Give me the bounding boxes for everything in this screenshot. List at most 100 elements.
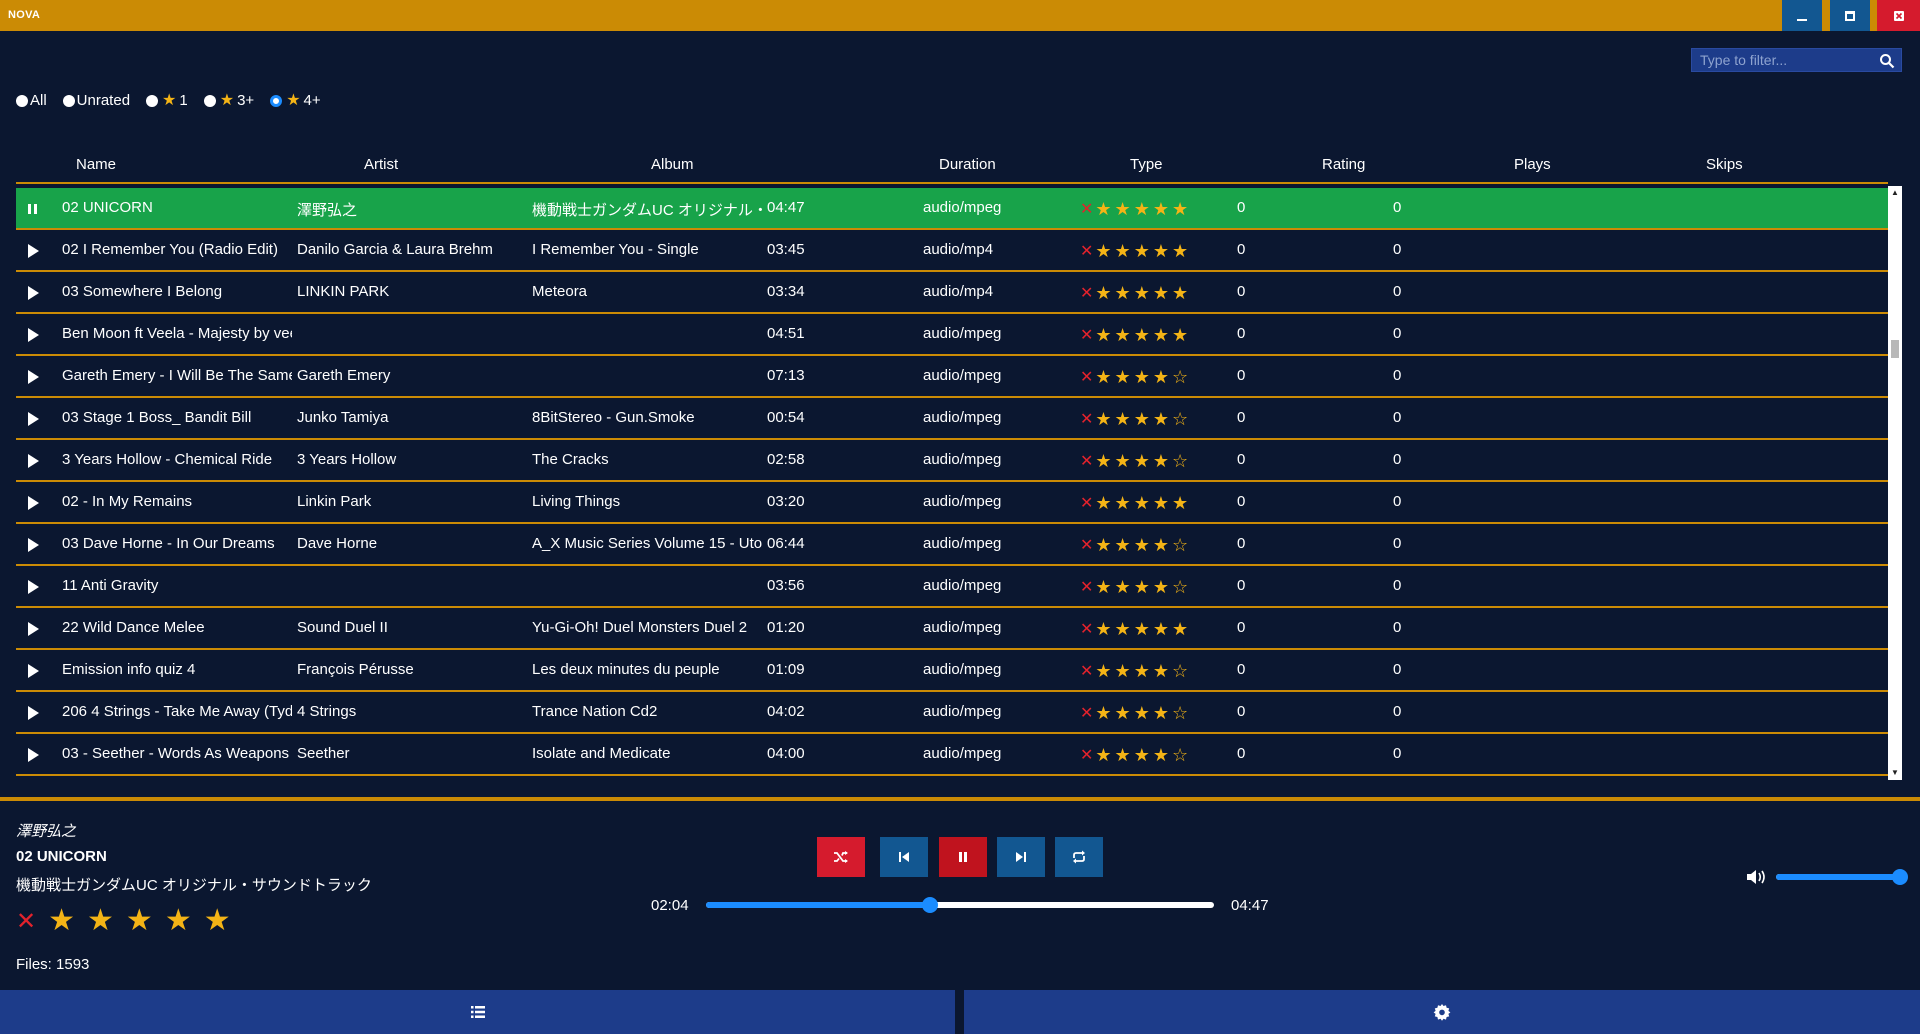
star-filled-icon[interactable]: ★ [1134,368,1150,386]
play-icon[interactable] [26,663,40,679]
clear-rating-icon[interactable]: ✕ [1080,535,1093,555]
star-filled-icon[interactable]: ★ [1153,242,1169,260]
minimize-button[interactable] [1782,0,1822,31]
clear-rating-icon[interactable]: ✕ [1080,241,1093,261]
scroll-down-arrow-icon[interactable]: ▼ [1888,766,1902,780]
star-filled-icon[interactable]: ★ [1115,704,1131,722]
star-filled-icon[interactable]: ★ [48,906,75,936]
column-header-artist[interactable]: Artist [364,156,398,173]
close-button[interactable] [1877,0,1920,31]
table-row[interactable]: 03 Somewhere I Belong LINKIN PARK Meteora 0… [16,272,1888,314]
star-filled-icon[interactable]: ★ [1153,578,1169,596]
clear-rating-icon[interactable]: ✕ [16,907,36,936]
star-filled-icon[interactable]: ★ [1172,284,1188,302]
rating-filter-all[interactable]: All [16,92,47,109]
star-filled-icon[interactable]: ★ [1153,746,1169,764]
play-icon[interactable] [26,537,40,553]
rating-filter-4plus[interactable]: ★ 4+ [270,92,321,109]
play-icon[interactable] [26,705,40,721]
star-filled-icon[interactable]: ★ [1172,200,1188,218]
pause-button[interactable] [939,837,987,877]
star-empty-icon[interactable]: ☆ [1172,746,1188,764]
star-filled-icon[interactable]: ★ [1115,326,1131,344]
star-filled-icon[interactable]: ★ [1134,452,1150,470]
star-filled-icon[interactable]: ★ [1115,578,1131,596]
volume-icon[interactable] [1745,868,1767,886]
table-row[interactable]: 02 - In My Remains Linkin Park Living Thin… [16,482,1888,524]
volume-slider[interactable] [1776,869,1908,885]
star-filled-icon[interactable]: ★ [1134,536,1150,554]
maximize-button[interactable] [1830,0,1870,31]
play-icon[interactable] [26,327,40,343]
table-row[interactable]: 02 UNICORN 澤野弘之 機動戦士ガンダムUC オリジナル・... 04:47 a… [16,188,1888,230]
star-filled-icon[interactable]: ★ [1115,494,1131,512]
table-row[interactable]: 206 4 Strings - Take Me Away (Tydi ... 4 … [16,692,1888,734]
star-empty-icon[interactable]: ☆ [1172,452,1188,470]
column-header-rating[interactable]: Rating [1322,156,1365,173]
rating-filter-unrated[interactable]: Unrated [62,92,130,109]
radio-3plus[interactable] [203,94,216,107]
column-header-type[interactable]: Type [1130,156,1163,173]
star-filled-icon[interactable]: ★ [87,906,114,936]
star-filled-icon[interactable]: ★ [1134,620,1150,638]
star-filled-icon[interactable]: ★ [1134,410,1150,428]
star-filled-icon[interactable]: ★ [1115,746,1131,764]
table-row[interactable]: 03 Dave Horne - In Our Dreams Dave Horne A… [16,524,1888,566]
radio-1[interactable] [146,94,159,107]
radio-all[interactable] [16,94,28,107]
star-filled-icon[interactable]: ★ [1134,704,1150,722]
clear-rating-icon[interactable]: ✕ [1080,745,1093,765]
pause-icon[interactable] [26,201,40,217]
play-icon[interactable] [26,579,40,595]
clear-rating-icon[interactable]: ✕ [1080,283,1093,303]
star-filled-icon[interactable]: ★ [1115,200,1131,218]
column-header-plays[interactable]: Plays [1514,156,1551,173]
table-row[interactable]: 03 Stage 1 Boss_ Bandit Bill Junko Tamiya… [16,398,1888,440]
table-row[interactable]: 3 Years Hollow - Chemical Ride 3 Years Ho… [16,440,1888,482]
star-empty-icon[interactable]: ☆ [1172,578,1188,596]
clear-rating-icon[interactable]: ✕ [1080,325,1093,345]
star-filled-icon[interactable]: ★ [204,906,231,936]
filter-input[interactable] [1692,52,1872,68]
rating-filter-3plus[interactable]: ★ 3+ [203,92,254,109]
table-row[interactable]: 22 Wild Dance Melee Sound Duel II Yu-Gi-Oh… [16,608,1888,650]
playlist-nav-button[interactable] [0,990,955,1034]
star-filled-icon[interactable]: ★ [1095,704,1111,722]
clear-rating-icon[interactable]: ✕ [1080,199,1093,219]
scrollbar-thumb[interactable] [1891,340,1899,358]
search-icon[interactable] [1879,53,1895,69]
star-filled-icon[interactable]: ★ [1095,536,1111,554]
star-empty-icon[interactable]: ☆ [1172,704,1188,722]
table-row[interactable]: 03 - Seether - Words As Weapons Seether Is… [16,734,1888,776]
star-filled-icon[interactable]: ★ [1172,242,1188,260]
star-filled-icon[interactable]: ★ [1134,578,1150,596]
star-filled-icon[interactable]: ★ [1153,452,1169,470]
star-filled-icon[interactable]: ★ [1172,494,1188,512]
clear-rating-icon[interactable]: ✕ [1080,661,1093,681]
star-filled-icon[interactable]: ★ [1095,410,1111,428]
star-filled-icon[interactable]: ★ [1172,326,1188,344]
star-filled-icon[interactable]: ★ [1115,242,1131,260]
star-empty-icon[interactable]: ☆ [1172,368,1188,386]
star-filled-icon[interactable]: ★ [1115,620,1131,638]
star-filled-icon[interactable]: ★ [1134,746,1150,764]
table-row[interactable]: 02 I Remember You (Radio Edit) Danilo Gar… [16,230,1888,272]
star-filled-icon[interactable]: ★ [1095,242,1111,260]
star-filled-icon[interactable]: ★ [1153,536,1169,554]
star-filled-icon[interactable]: ★ [1095,746,1111,764]
star-filled-icon[interactable]: ★ [1134,200,1150,218]
star-filled-icon[interactable]: ★ [1115,662,1131,680]
column-header-skips[interactable]: Skips [1706,156,1743,173]
star-filled-icon[interactable]: ★ [1153,704,1169,722]
column-header-duration[interactable]: Duration [939,156,996,173]
star-filled-icon[interactable]: ★ [1115,284,1131,302]
column-header-album[interactable]: Album [651,156,694,173]
star-filled-icon[interactable]: ★ [1134,242,1150,260]
track-list-scrollbar[interactable]: ▲ ▼ [1888,186,1902,780]
volume-slider-handle[interactable] [1892,869,1908,885]
star-filled-icon[interactable]: ★ [1095,494,1111,512]
star-filled-icon[interactable]: ★ [1153,494,1169,512]
play-icon[interactable] [26,495,40,511]
star-filled-icon[interactable]: ★ [1134,494,1150,512]
star-filled-icon[interactable]: ★ [1095,284,1111,302]
